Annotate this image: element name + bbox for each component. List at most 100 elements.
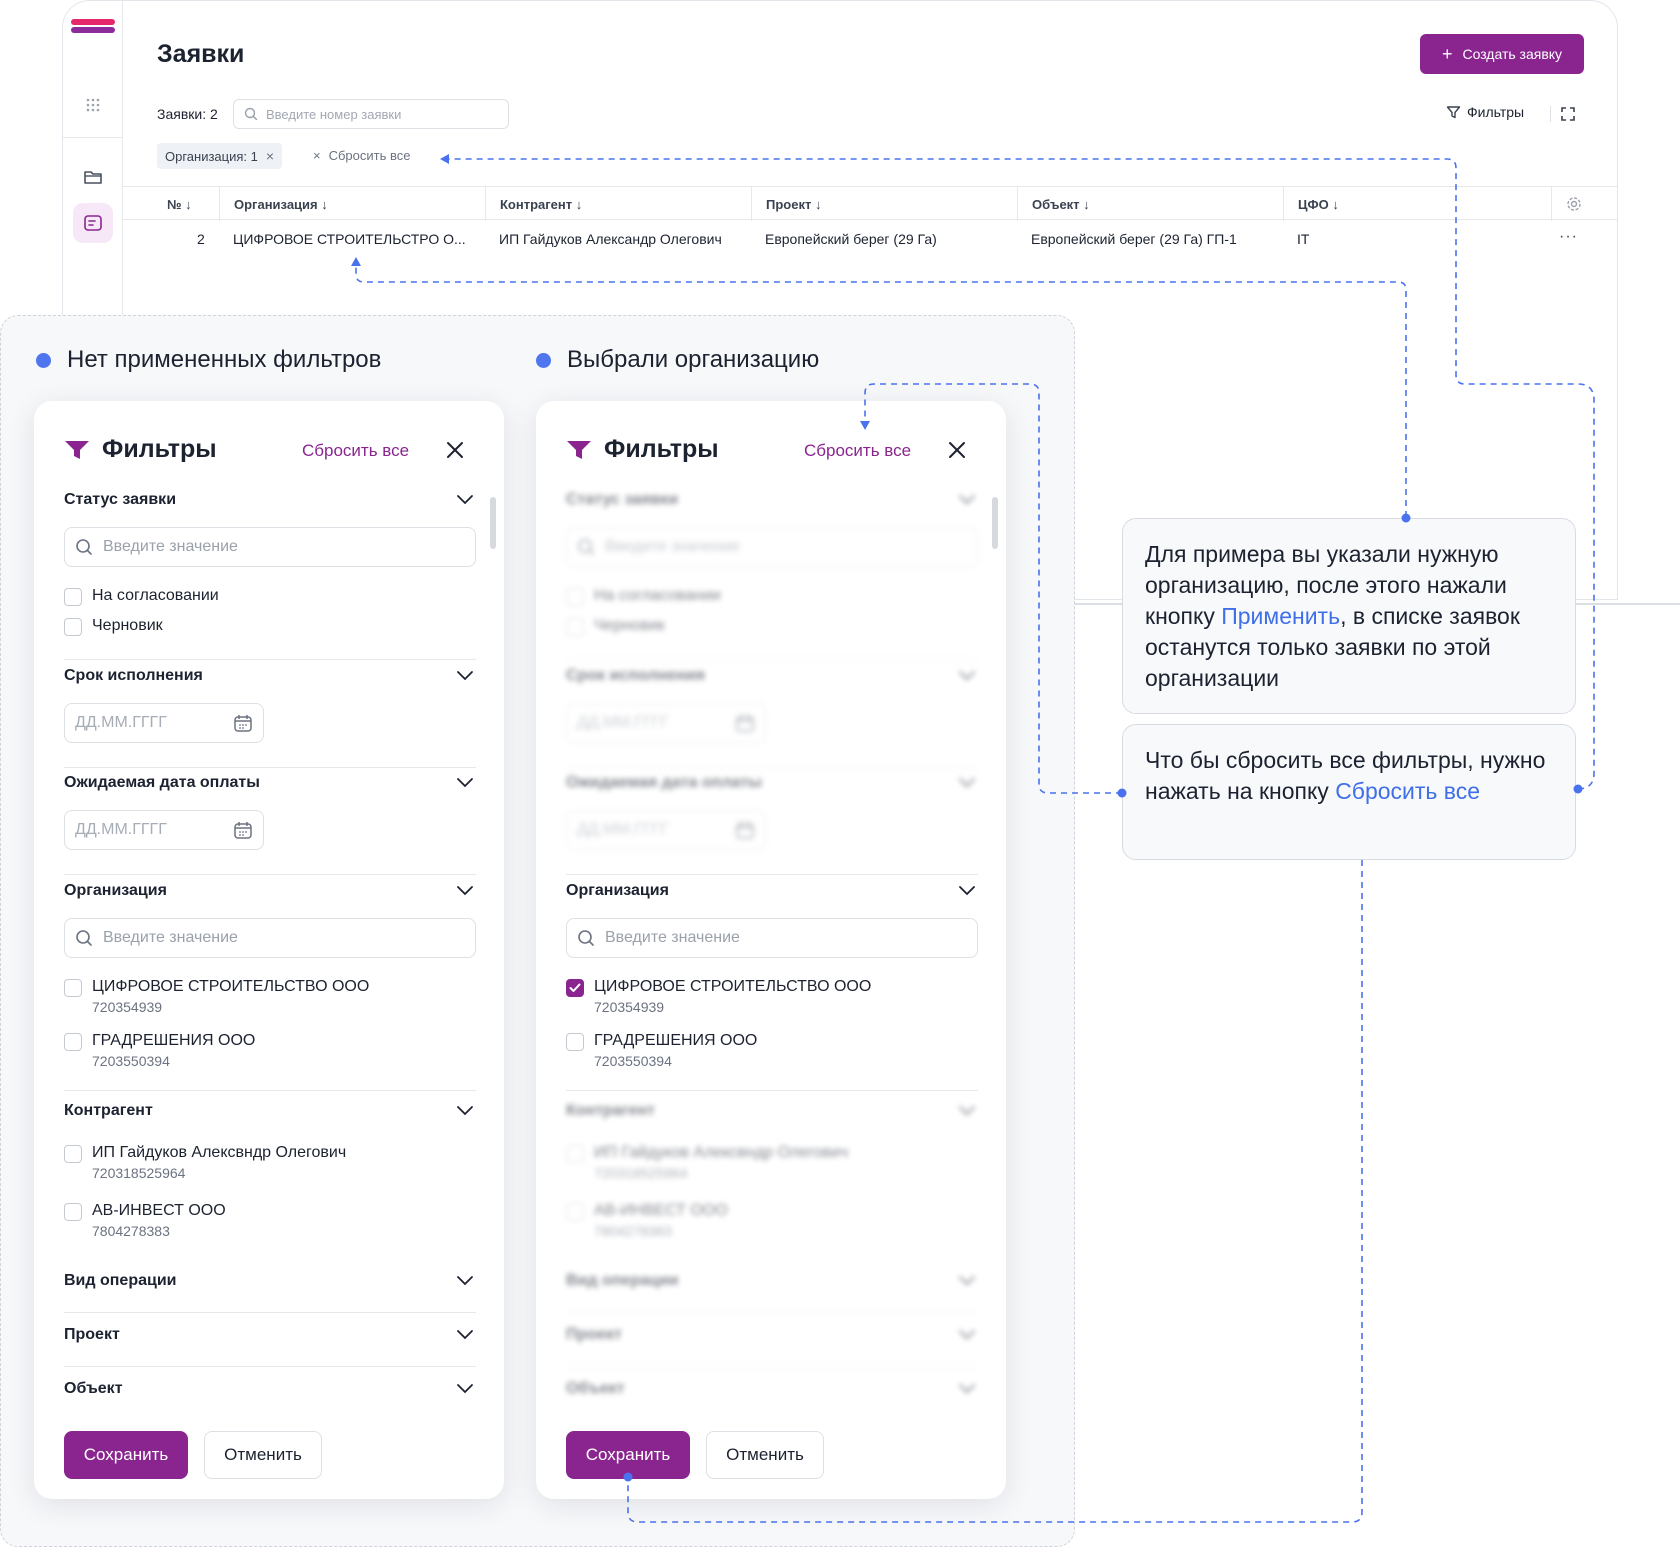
folder-icon[interactable] (73, 157, 113, 197)
calendar-icon[interactable] (735, 713, 755, 733)
column-header-object[interactable]: Объект ↓ (1017, 187, 1283, 221)
section-payment-date[interactable]: Ожидаемая дата оплаты (566, 770, 976, 796)
checkbox[interactable] (64, 1145, 82, 1163)
chevron-down-icon[interactable] (456, 1329, 474, 1341)
checkbox[interactable] (566, 1145, 584, 1163)
status-search-field[interactable] (566, 527, 978, 567)
chevron-down-icon[interactable] (456, 1105, 474, 1117)
checkbox[interactable] (566, 588, 584, 606)
apps-grid-icon[interactable] (73, 85, 113, 125)
column-header-counterparty[interactable]: Контрагент ↓ (485, 187, 751, 221)
cancel-button[interactable]: Отменить (706, 1431, 824, 1479)
section-project[interactable]: Проект (64, 1322, 474, 1348)
chevron-down-icon[interactable] (958, 1275, 976, 1287)
organization-option-grad[interactable]: ГРАДРЕШЕНИЯ ООО 7203550394 (566, 1032, 757, 1069)
status-option-approval[interactable]: На согласовании (64, 587, 219, 606)
counterparty-option-gaydukov[interactable]: ИП Гайдуков Алексвндр Олегович 7203185259… (64, 1144, 346, 1181)
organization-search-input[interactable] (605, 929, 935, 947)
section-counterparty[interactable]: Контрагент (64, 1098, 474, 1124)
organization-search-field[interactable] (566, 918, 978, 958)
organization-option-digital[interactable]: ЦИФРОВОЕ СТРОИТЕЛЬСТВО ООО 720354939 (64, 978, 369, 1015)
chevron-down-icon[interactable] (456, 1275, 474, 1287)
save-button[interactable]: Сохранить (64, 1431, 188, 1479)
counterparty-option-gaydukov[interactable]: ИП Гайдуков Алексвндр Олегович 7203185259… (566, 1144, 848, 1181)
deadline-date-input[interactable] (75, 714, 215, 732)
expand-icon[interactable] (1560, 106, 1576, 122)
status-search-input[interactable] (605, 538, 935, 556)
chevron-down-icon[interactable] (456, 1383, 474, 1395)
deadline-date-field[interactable] (566, 703, 766, 743)
payment-date-input[interactable] (577, 821, 717, 839)
chevron-down-icon[interactable] (456, 494, 474, 506)
payment-date-field[interactable] (566, 810, 766, 850)
save-button[interactable]: Сохранить (566, 1431, 690, 1479)
chevron-down-icon[interactable] (958, 885, 976, 897)
payment-date-field[interactable] (64, 810, 264, 850)
deadline-date-input[interactable] (577, 714, 717, 732)
section-status[interactable]: Статус заявки (566, 487, 976, 513)
active-filter-chip[interactable]: Организация: 1 × (157, 143, 283, 169)
cancel-button[interactable]: Отменить (204, 1431, 322, 1479)
payment-date-input[interactable] (75, 821, 215, 839)
section-organization[interactable]: Организация (566, 878, 976, 904)
scrollbar-thumb[interactable] (992, 497, 998, 549)
column-header-number[interactable]: № ↓ (153, 187, 213, 221)
organization-search-field[interactable] (64, 918, 476, 958)
checkbox[interactable] (566, 1033, 584, 1051)
counterparty-option-avinvest[interactable]: АВ-ИНВЕСТ ООО 7804278383 (64, 1202, 226, 1239)
status-option-draft[interactable]: Черновик (64, 617, 163, 636)
checkbox[interactable] (64, 618, 82, 636)
status-search-input[interactable] (103, 538, 433, 556)
close-icon[interactable] (444, 439, 466, 461)
section-organization[interactable]: Организация (64, 878, 474, 904)
section-status[interactable]: Статус заявки (64, 487, 474, 513)
column-header-cfo[interactable]: ЦФО ↓ (1283, 187, 1549, 221)
request-search-input[interactable] (266, 106, 486, 122)
section-payment-date[interactable]: Ожидаемая дата оплаты (64, 770, 474, 796)
checkbox-checked[interactable] (566, 979, 584, 997)
chip-close-icon[interactable]: × (266, 148, 274, 164)
chevron-down-icon[interactable] (456, 670, 474, 682)
section-counterparty[interactable]: Контрагент (566, 1098, 976, 1124)
chevron-down-icon[interactable] (958, 1329, 976, 1341)
more-icon[interactable]: ··· (1559, 228, 1578, 246)
checkbox[interactable] (64, 588, 82, 606)
organization-search-input[interactable] (103, 929, 433, 947)
section-deadline[interactable]: Срок исполнения (566, 663, 976, 689)
chevron-down-icon[interactable] (456, 777, 474, 789)
table-row[interactable]: 2 ЦИФРОВОЕ СТРОИТЕЛЬСТРО О... ИП Гайдуко… (123, 222, 1617, 256)
chevron-down-icon[interactable] (958, 777, 976, 789)
checkbox[interactable] (64, 1033, 82, 1051)
status-search-field[interactable] (64, 527, 476, 567)
calendar-icon[interactable] (735, 820, 755, 840)
checkbox[interactable] (64, 979, 82, 997)
calendar-icon[interactable] (233, 820, 253, 840)
checkbox[interactable] (566, 1203, 584, 1221)
scrollbar-thumb[interactable] (490, 497, 496, 549)
filters-button[interactable]: Фильтры (1446, 104, 1524, 120)
chevron-down-icon[interactable] (958, 494, 976, 506)
calendar-icon[interactable] (233, 713, 253, 733)
section-operation-type[interactable]: Вид операции (64, 1268, 474, 1294)
column-header-project[interactable]: Проект ↓ (751, 187, 1017, 221)
close-icon[interactable] (946, 439, 968, 461)
chevron-down-icon[interactable] (958, 1105, 976, 1117)
chevron-down-icon[interactable] (456, 885, 474, 897)
counterparty-option-avinvest[interactable]: АВ-ИНВЕСТ ООО 7804278383 (566, 1202, 728, 1239)
column-settings[interactable] (1551, 187, 1617, 221)
requests-nav-icon[interactable] (73, 203, 113, 243)
create-request-button[interactable]: + Создать заявку (1420, 34, 1584, 74)
status-option-approval[interactable]: На согласовании (566, 587, 721, 606)
chevron-down-icon[interactable] (958, 670, 976, 682)
checkbox[interactable] (64, 1203, 82, 1221)
deadline-date-field[interactable] (64, 703, 264, 743)
status-option-draft[interactable]: Черновик (566, 617, 665, 636)
organization-option-digital[interactable]: ЦИФРОВОЕ СТРОИТЕЛЬСТВО ООО 720354939 (566, 978, 871, 1015)
section-object[interactable]: Объект (566, 1376, 976, 1402)
section-project[interactable]: Проект (566, 1322, 976, 1348)
chevron-down-icon[interactable] (958, 1383, 976, 1395)
column-header-organization[interactable]: Организация ↓ (219, 187, 485, 221)
gear-icon[interactable] (1566, 196, 1582, 212)
reset-all-link[interactable]: × Сбросить все (313, 148, 410, 163)
section-operation-type[interactable]: Вид операции (566, 1268, 976, 1294)
